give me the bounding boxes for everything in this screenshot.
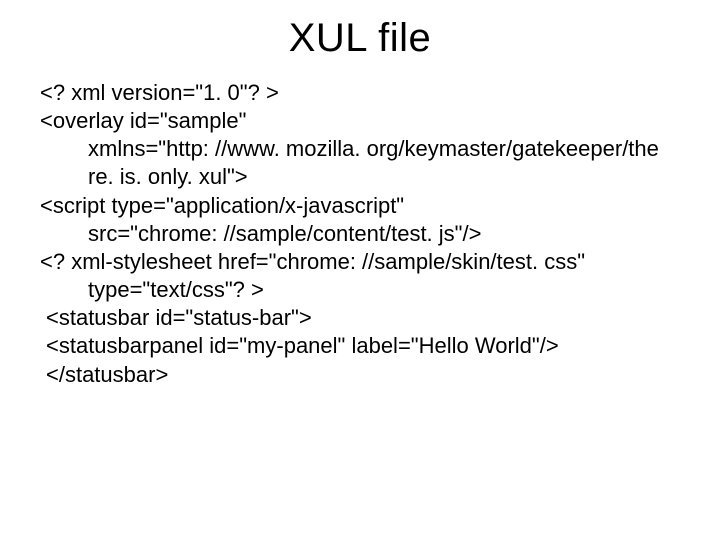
code-line: type="text/css"? > [40, 276, 680, 304]
code-line: xmlns="http: //www. mozilla. org/keymast… [40, 135, 680, 163]
slide: XUL file <? xml version="1. 0"? > <overl… [0, 0, 720, 540]
code-line: <script type="application/x-javascript" [40, 192, 680, 220]
code-line: src="chrome: //sample/content/test. js"/… [40, 220, 680, 248]
code-block: <? xml version="1. 0"? > <overlay id="sa… [40, 79, 680, 389]
code-line: <statusbarpanel id="my-panel" label="Hel… [40, 332, 680, 360]
code-line: re. is. only. xul"> [40, 163, 680, 191]
code-line: <overlay id="sample" [40, 107, 680, 135]
code-line: <? xml version="1. 0"? > [40, 79, 680, 107]
code-line: <? xml-stylesheet href="chrome: //sample… [40, 248, 680, 276]
code-line: </statusbar> [40, 361, 680, 389]
code-line: <statusbar id="status-bar"> [40, 304, 680, 332]
slide-title: XUL file [40, 16, 680, 61]
